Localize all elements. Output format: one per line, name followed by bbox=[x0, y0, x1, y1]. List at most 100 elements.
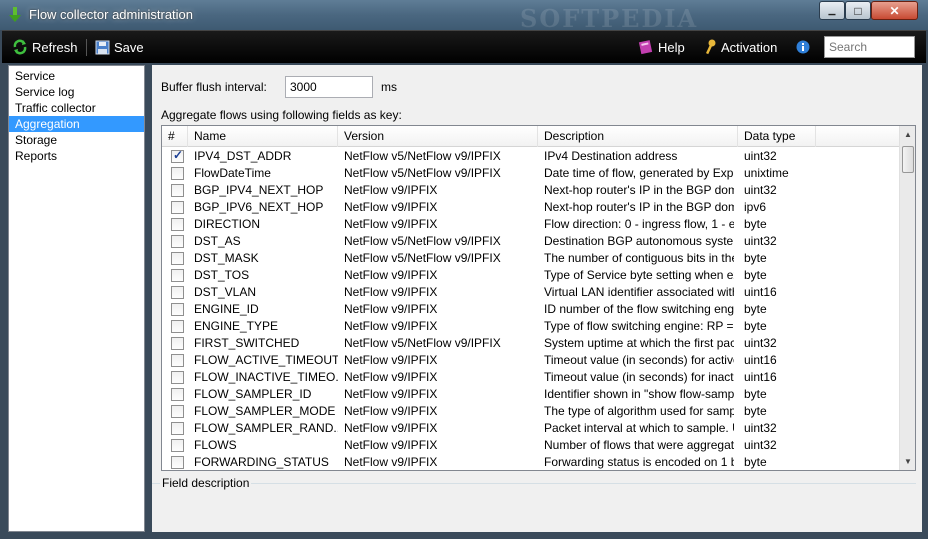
cell-name: BGP_IPV4_NEXT_HOP bbox=[194, 183, 324, 197]
buffer-flush-input[interactable] bbox=[285, 76, 373, 98]
table-row[interactable]: IPV4_DST_ADDR NetFlow v5/NetFlow v9/IPFIX… bbox=[162, 148, 899, 165]
softpedia-watermark: SOFTPEDIA bbox=[520, 4, 699, 33]
scroll-down-arrow-icon[interactable]: ▼ bbox=[900, 453, 915, 470]
table-row[interactable]: BGP_IPV6_NEXT_HOP NetFlow v9/IPFIX Next-ho… bbox=[162, 199, 899, 216]
row-checkbox[interactable] bbox=[171, 218, 184, 231]
cell-description: Flow direction: 0 - ingress flow, 1 - eg… bbox=[544, 217, 734, 231]
column-header-data-type[interactable]: Data type bbox=[738, 126, 816, 147]
row-checkbox[interactable] bbox=[171, 235, 184, 248]
row-checkbox[interactable] bbox=[171, 303, 184, 316]
row-checkbox[interactable] bbox=[171, 320, 184, 333]
save-icon bbox=[95, 40, 110, 54]
table-row[interactable]: FORWARDING_STATUS NetFlow v9/IPFIX Forward… bbox=[162, 454, 899, 470]
save-label: Save bbox=[114, 39, 144, 55]
activation-label: Activation bbox=[721, 39, 778, 55]
table-row[interactable]: FLOW_SAMPLER_RAND... NetFlow v9/IPFIX Pack… bbox=[162, 420, 899, 437]
table-row[interactable]: DST_TOS NetFlow v9/IPFIX Type of Service b… bbox=[162, 267, 899, 284]
cell-description: IPv4 Destination address bbox=[544, 149, 678, 163]
row-checkbox[interactable] bbox=[171, 371, 184, 384]
cell-description: Date time of flow, generated by Expor... bbox=[544, 166, 734, 180]
cell-name: FLOW_SAMPLER_RAND... bbox=[194, 421, 338, 435]
scroll-up-arrow-icon[interactable]: ▲ bbox=[900, 126, 915, 143]
cell-name: FIRST_SWITCHED bbox=[194, 336, 300, 350]
scroll-thumb[interactable] bbox=[902, 146, 914, 173]
row-checkbox[interactable] bbox=[171, 422, 184, 435]
table-row[interactable]: FLOW_INACTIVE_TIMEO... NetFlow v9/IPFIX Ti… bbox=[162, 369, 899, 386]
table-row[interactable]: FLOW_ACTIVE_TIMEOUT NetFlow v9/IPFIX Timeo… bbox=[162, 352, 899, 369]
row-checkbox[interactable] bbox=[171, 405, 184, 418]
cell-version: NetFlow v9/IPFIX bbox=[344, 319, 438, 333]
cell-name: FLOW_SAMPLER_MODE bbox=[194, 404, 336, 418]
field-description-label: Field description bbox=[160, 476, 252, 490]
app-icon bbox=[9, 7, 21, 22]
cell-description: Packet interval at which to sample. U... bbox=[544, 421, 734, 435]
cell-data-type: byte bbox=[744, 387, 767, 401]
row-checkbox[interactable] bbox=[171, 439, 184, 452]
close-button[interactable]: ✕ bbox=[871, 1, 918, 20]
info-icon bbox=[796, 40, 810, 54]
row-checkbox[interactable] bbox=[171, 252, 184, 265]
minimize-button[interactable]: ▁ bbox=[819, 1, 845, 20]
row-checkbox[interactable] bbox=[171, 354, 184, 367]
table-row[interactable]: DST_AS NetFlow v5/NetFlow v9/IPFIX Destina… bbox=[162, 233, 899, 250]
maximize-button[interactable]: □ bbox=[845, 1, 871, 20]
table-row[interactable]: ENGINE_ID NetFlow v9/IPFIX ID number of th… bbox=[162, 301, 899, 318]
cell-data-type: byte bbox=[744, 251, 767, 265]
row-checkbox[interactable] bbox=[171, 388, 184, 401]
column-header-name[interactable]: Name bbox=[188, 126, 338, 147]
table-row[interactable]: DST_MASK NetFlow v5/NetFlow v9/IPFIX The n… bbox=[162, 250, 899, 267]
refresh-button[interactable]: Refresh bbox=[12, 38, 78, 56]
cell-name: DIRECTION bbox=[194, 217, 260, 231]
info-button[interactable] bbox=[796, 38, 810, 56]
sidebar-item-service[interactable]: Service bbox=[9, 68, 144, 84]
table-row[interactable]: DST_VLAN NetFlow v9/IPFIX Virtual LAN iden… bbox=[162, 284, 899, 301]
table-row[interactable]: DIRECTION NetFlow v9/IPFIX Flow direction:… bbox=[162, 216, 899, 233]
table-row[interactable]: FLOW_SAMPLER_MODE NetFlow v9/IPFIX The typ… bbox=[162, 403, 899, 420]
row-checkbox[interactable] bbox=[171, 337, 184, 350]
row-checkbox[interactable] bbox=[171, 184, 184, 197]
column-header-version[interactable]: Version bbox=[338, 126, 538, 147]
table-row[interactable]: FLOW_SAMPLER_ID NetFlow v9/IPFIX Identifie… bbox=[162, 386, 899, 403]
table-row[interactable]: FIRST_SWITCHED NetFlow v5/NetFlow v9/IPFI… bbox=[162, 335, 899, 352]
cell-description: Forwarding status is encoded on 1 byt... bbox=[544, 455, 734, 469]
sidebar-item-storage[interactable]: Storage bbox=[9, 132, 144, 148]
table-row[interactable]: BGP_IPV4_NEXT_HOP NetFlow v9/IPFIX Next-ho… bbox=[162, 182, 899, 199]
search-input[interactable] bbox=[824, 36, 915, 58]
help-button[interactable]: Help bbox=[638, 38, 685, 56]
cell-description: Identifier shown in "show flow-sampler" bbox=[544, 387, 734, 401]
row-checkbox[interactable] bbox=[171, 286, 184, 299]
row-checkbox[interactable] bbox=[171, 167, 184, 180]
cell-name: DST_VLAN bbox=[194, 285, 257, 299]
table-row[interactable]: FLOWS NetFlow v9/IPFIX Number of flows tha… bbox=[162, 437, 899, 454]
cell-data-type: unixtime bbox=[744, 166, 789, 180]
close-icon: ✕ bbox=[889, 3, 900, 18]
cell-name: ENGINE_ID bbox=[194, 302, 259, 316]
activation-button[interactable]: Activation bbox=[703, 38, 777, 56]
cell-description: System uptime at which the first pack... bbox=[544, 336, 734, 350]
column-header-index[interactable]: # bbox=[162, 126, 188, 147]
cell-data-type: byte bbox=[744, 268, 767, 282]
cell-version: NetFlow v9/IPFIX bbox=[344, 268, 438, 282]
grid-vertical-scrollbar[interactable]: ▲ ▼ bbox=[899, 126, 915, 470]
save-button[interactable]: Save bbox=[95, 38, 144, 56]
sidebar-item-service-log[interactable]: Service log bbox=[9, 84, 144, 100]
sidebar-item-aggregation[interactable]: Aggregation bbox=[9, 116, 144, 132]
cell-data-type: uint32 bbox=[744, 421, 777, 435]
cell-version: NetFlow v9/IPFIX bbox=[344, 200, 438, 214]
cell-description: Number of flows that were aggregated bbox=[544, 438, 734, 452]
sidebar-item-reports[interactable]: Reports bbox=[9, 148, 144, 164]
table-row[interactable]: FlowDateTime NetFlow v5/NetFlow v9/IPFIX D… bbox=[162, 165, 899, 182]
cell-description: ID number of the flow switching engine bbox=[544, 302, 734, 316]
row-checkbox[interactable] bbox=[171, 456, 184, 469]
cell-version: NetFlow v9/IPFIX bbox=[344, 387, 438, 401]
row-checkbox[interactable] bbox=[171, 148, 184, 163]
row-checkbox[interactable] bbox=[171, 201, 184, 214]
table-row[interactable]: ENGINE_TYPE NetFlow v9/IPFIX Type of flow … bbox=[162, 318, 899, 335]
cell-description: Virtual LAN identifier associated with .… bbox=[544, 285, 734, 299]
row-checkbox[interactable] bbox=[171, 269, 184, 282]
column-header-description[interactable]: Description bbox=[538, 126, 738, 147]
cell-version: NetFlow v5/NetFlow v9/IPFIX bbox=[344, 234, 501, 248]
cell-name: FLOW_INACTIVE_TIMEO... bbox=[194, 370, 338, 384]
sidebar-item-traffic-collector[interactable]: Traffic collector bbox=[9, 100, 144, 116]
cell-description: Timeout value (in seconds) for active ..… bbox=[544, 353, 734, 367]
